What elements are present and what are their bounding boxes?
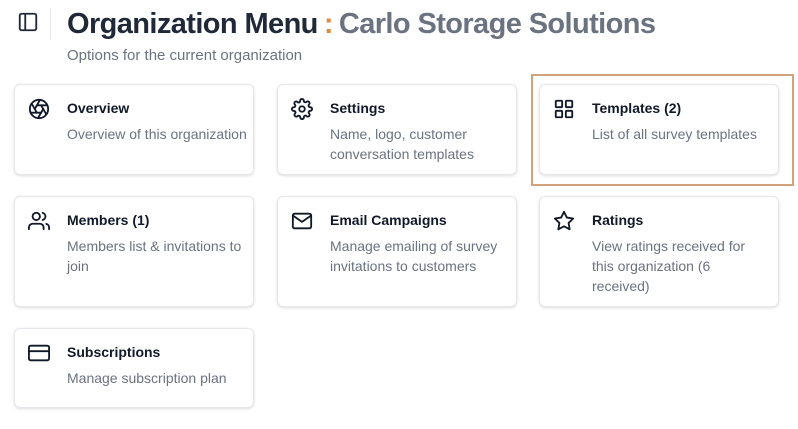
page-header: Organization Menu: Carlo Storage Solution…	[0, 0, 798, 80]
card-title: Ratings	[592, 212, 644, 228]
star-icon	[553, 210, 575, 232]
sidebar-toggle-button[interactable]	[16, 12, 40, 36]
users-icon	[28, 210, 50, 232]
card-title: Overview	[67, 100, 130, 116]
card-description: Members list & invitations to join	[67, 238, 242, 274]
card-description: Manage emailing of survey invitations to…	[330, 238, 498, 274]
page-subtitle: Options for the current organization	[67, 47, 303, 64]
gear-icon	[291, 98, 313, 120]
card-description: List of all survey templates	[592, 126, 757, 142]
organization-name: Carlo Storage Solutions	[338, 8, 656, 40]
card-title: Settings	[330, 100, 386, 116]
grid-icon	[553, 98, 575, 120]
card-ratings[interactable]: Ratings View ratings received for this o…	[539, 196, 779, 307]
card-templates[interactable]: Templates (2) List of all survey templat…	[539, 84, 779, 175]
mail-icon	[291, 210, 313, 232]
card-description: Overview of this organization	[67, 126, 247, 142]
card-description: Name, logo, customer conversation templa…	[330, 126, 474, 162]
card-title: Email Campaigns	[330, 212, 447, 228]
card-subscriptions[interactable]: Subscriptions Manage subscription plan	[14, 328, 254, 408]
page-title: Organization Menu: Carlo Storage Solution…	[67, 4, 656, 44]
aperture-icon	[28, 98, 50, 120]
card-email-campaigns[interactable]: Email Campaigns Manage emailing of surve…	[277, 196, 517, 307]
card-description: Manage subscription plan	[67, 370, 227, 386]
card-title: Subscriptions	[67, 344, 161, 360]
title-separator: :	[323, 8, 334, 40]
card-description: View ratings received for this organizat…	[592, 238, 746, 294]
page-title-text: Organization Menu	[67, 8, 318, 40]
card-overview[interactable]: Overview Overview of this organization	[14, 84, 254, 175]
credit-card-icon	[28, 342, 50, 364]
header-divider	[50, 8, 51, 40]
card-title: Members (1)	[67, 212, 150, 228]
card-members[interactable]: Members (1) Members list & invitations t…	[14, 196, 254, 307]
sidebar-toggle-icon	[17, 11, 39, 38]
card-title: Templates (2)	[592, 100, 682, 116]
card-settings[interactable]: Settings Name, logo, customer conversati…	[277, 84, 517, 175]
